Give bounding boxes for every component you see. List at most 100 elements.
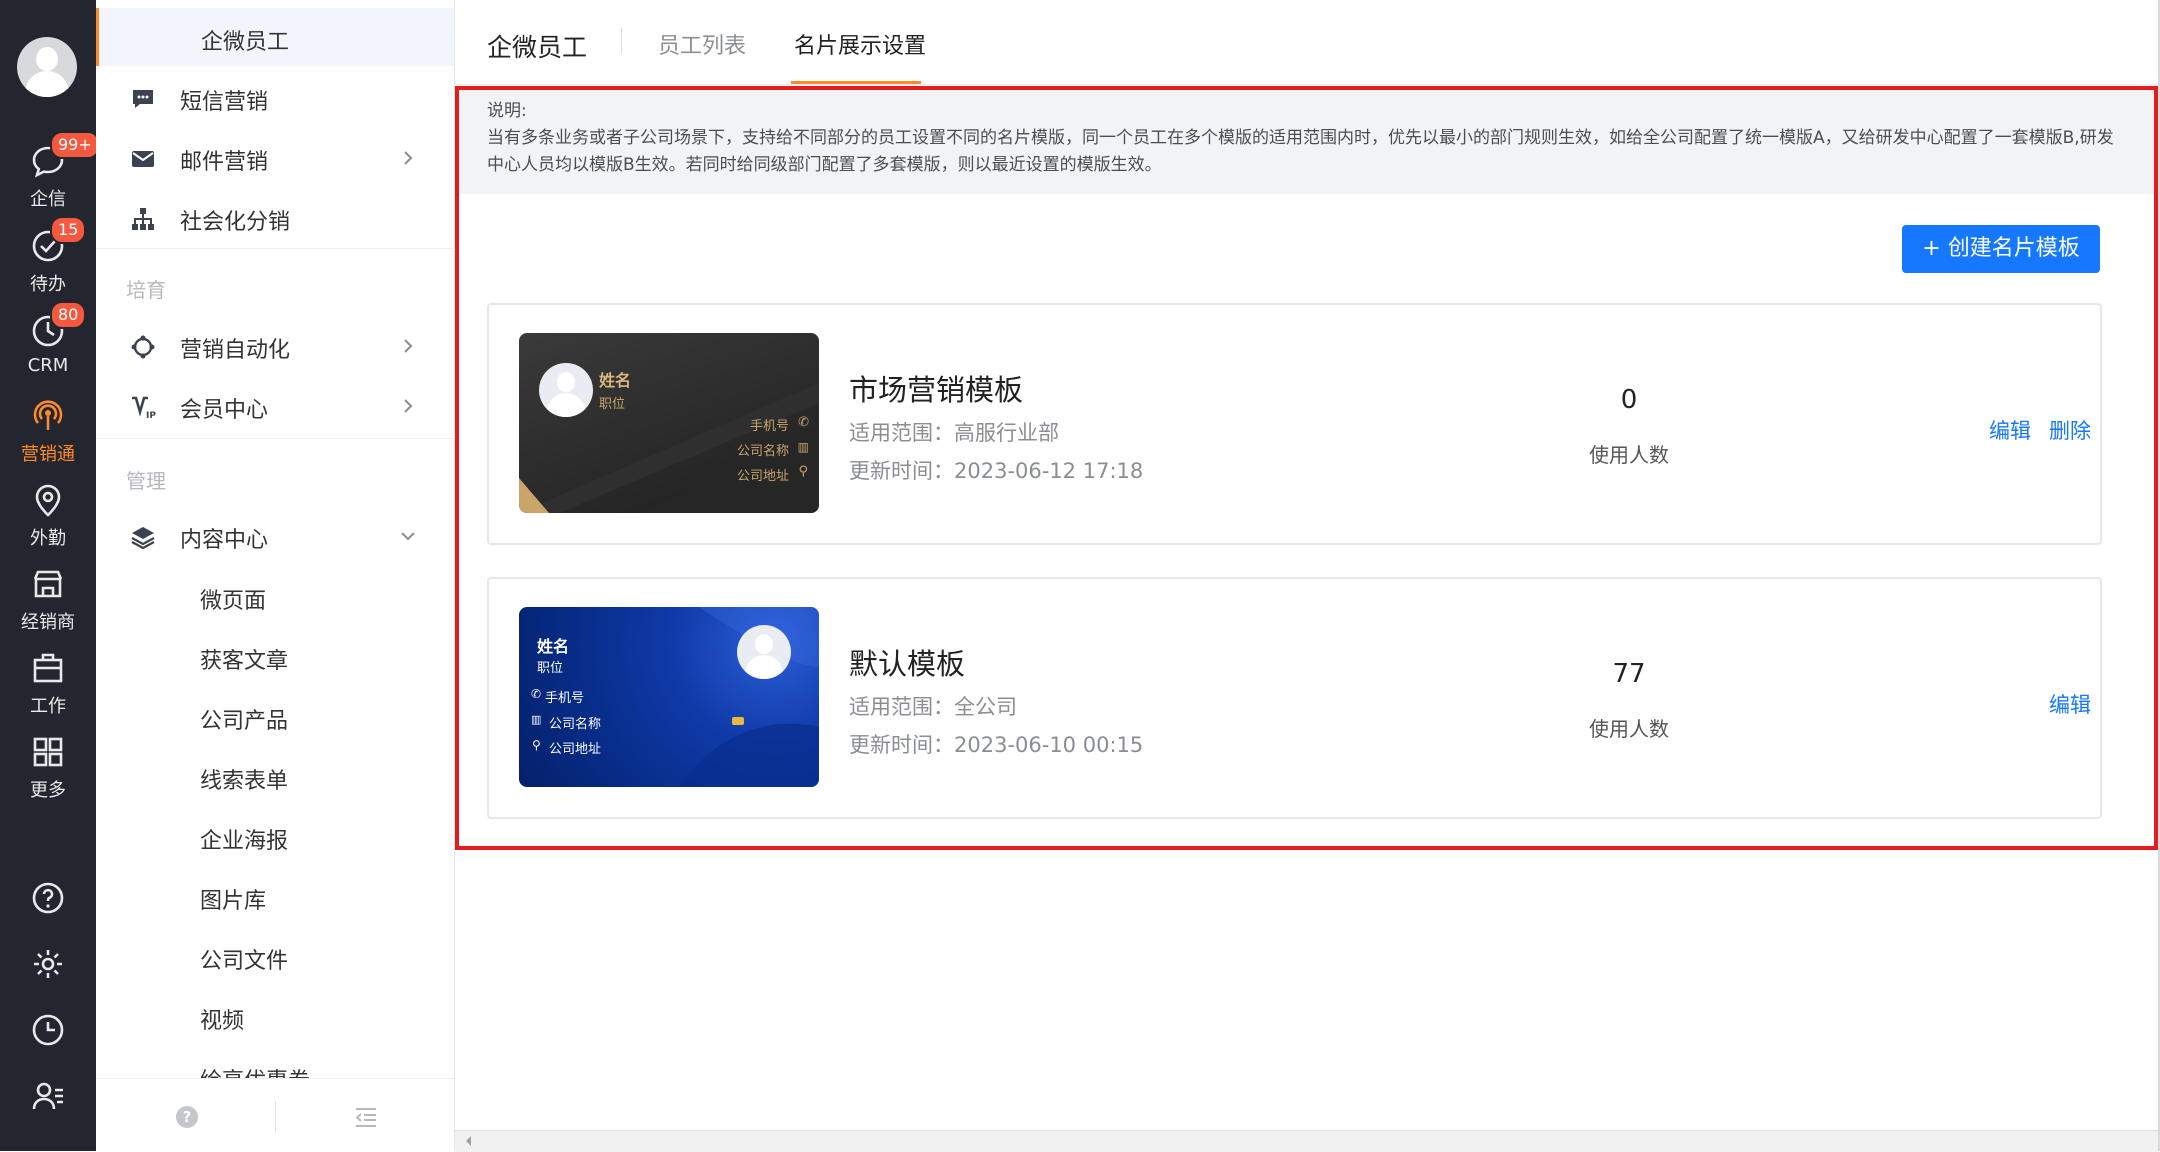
card-position: 职位 bbox=[599, 397, 626, 412]
sidebar-item-wecom-staff[interactable]: 企微员工 bbox=[96, 8, 454, 66]
unread-badge: 99+ bbox=[50, 131, 100, 159]
sidebar-item-member[interactable]: IP 会员中心 bbox=[96, 378, 454, 434]
rail-label: 工作 bbox=[30, 696, 66, 717]
sidebar-subitem-video[interactable]: 视频 bbox=[200, 1003, 244, 1035]
sidebar-subitem-lead-forms[interactable]: 线索表单 bbox=[200, 763, 288, 795]
sidebar-item-content[interactable]: 内容中心 bbox=[96, 508, 454, 564]
rail-item-marketing[interactable]: 营销通 bbox=[0, 398, 96, 478]
sidebar-item-label: 邮件营销 bbox=[180, 150, 269, 175]
rail-label: 经销商 bbox=[21, 612, 75, 633]
location-pin-icon bbox=[35, 484, 61, 517]
rail-item-more[interactable]: 更多 bbox=[0, 734, 96, 814]
rail-label: 更多 bbox=[30, 780, 66, 801]
automation-icon bbox=[131, 335, 155, 359]
mail-icon bbox=[132, 151, 154, 167]
template-scope: 适用范围：高服行业部 bbox=[849, 421, 1059, 445]
tab-card-display-settings[interactable]: 名片展示设置 bbox=[794, 28, 926, 60]
sidebar-footer: ? bbox=[96, 1078, 454, 1152]
delete-button[interactable]: 删除 bbox=[2049, 415, 2091, 445]
chevron-right-icon bbox=[404, 151, 413, 165]
sms-icon bbox=[133, 90, 153, 108]
main-panel: 企微员工 员工列表 名片展示设置 说明: 当有多条业务或者子公司场景下，支持给不… bbox=[455, 0, 2160, 1152]
template-updated: 更新时间：2023-06-10 00:15 bbox=[849, 733, 1144, 757]
history-icon[interactable] bbox=[30, 1012, 66, 1048]
tab-separator bbox=[621, 28, 622, 54]
rail-item-dealer[interactable]: 经销商 bbox=[0, 566, 96, 646]
card-avatar bbox=[539, 363, 593, 417]
chevron-right-icon bbox=[404, 399, 413, 413]
sidebar-subitem-image-library[interactable]: 图片库 bbox=[200, 883, 266, 915]
horizontal-scrollbar[interactable] bbox=[455, 1130, 2160, 1152]
sidebar-item-email[interactable]: 邮件营销 bbox=[96, 130, 454, 186]
sidebar-item-label: 内容中心 bbox=[180, 528, 269, 553]
vip-icon: IP bbox=[132, 396, 156, 420]
rail-label: 待办 bbox=[30, 274, 66, 295]
rail-item-todo[interactable]: 待办 15 bbox=[0, 216, 96, 308]
card-company: 公司名称 bbox=[549, 717, 602, 732]
sidebar-divider bbox=[96, 438, 454, 439]
template-name: 市场营销模板 bbox=[849, 373, 1024, 407]
sidebar-group-nurture: 培育 bbox=[126, 278, 166, 302]
card-phone: 手机号 bbox=[545, 691, 585, 706]
briefcase-icon bbox=[33, 653, 63, 683]
scroll-left-icon[interactable] bbox=[463, 1135, 475, 1147]
edit-button[interactable]: 编辑 bbox=[2049, 689, 2091, 719]
layers-icon bbox=[131, 527, 155, 550]
create-card-template-button[interactable]: + 创建名片模板 bbox=[1902, 225, 2100, 273]
crm-badge: 80 bbox=[50, 301, 87, 329]
template-updated: 更新时间：2023-06-12 17:18 bbox=[849, 459, 1144, 483]
org-tree-icon bbox=[132, 208, 154, 230]
usage-count-label: 使用人数 bbox=[1589, 717, 1669, 741]
svg-text:?: ? bbox=[183, 1108, 192, 1126]
card-phone: 手机号 bbox=[749, 419, 789, 434]
template-row: 姓名 职位 手机号 ✆ 公司名称 ▥ 公司地址 ⚲ 市场营销模板 适用范围：高服… bbox=[487, 303, 2102, 545]
broadcast-icon bbox=[33, 400, 63, 430]
tab-staff-list[interactable]: 员工列表 bbox=[658, 28, 746, 60]
sidebar-item-label: 营销自动化 bbox=[180, 338, 291, 363]
sidebar-item-label: 短信营销 bbox=[180, 90, 269, 115]
rail-label: CRM bbox=[27, 355, 69, 376]
sidebar-item-sms[interactable]: 短信营销 bbox=[96, 70, 454, 126]
usage-count: 77 bbox=[1612, 659, 1646, 689]
sidebar-subitem-posters[interactable]: 企业海报 bbox=[200, 823, 288, 855]
rail-item-field[interactable]: 外勤 bbox=[0, 482, 96, 562]
location-icon: ⚲ bbox=[798, 464, 808, 479]
rail-item-qixin[interactable]: 企信 99+ bbox=[0, 131, 100, 223]
sidebar-item-social[interactable]: 社会化分销 bbox=[96, 190, 454, 246]
sidebar-subitem-articles[interactable]: 获客文章 bbox=[200, 643, 288, 675]
card-preview-dark[interactable]: 姓名 职位 手机号 ✆ 公司名称 ▥ 公司地址 ⚲ bbox=[519, 333, 819, 513]
help-icon[interactable]: ? bbox=[175, 1105, 199, 1129]
notice-text: 当有多条业务或者子公司场景下，支持给不同部分的员工设置不同的名片模版，同一个员工… bbox=[487, 128, 2114, 175]
info-notice: 说明: 当有多条业务或者子公司场景下，支持给不同部分的员工设置不同的名片模版，同… bbox=[459, 90, 2154, 194]
sidebar-subitem-files[interactable]: 公司文件 bbox=[200, 943, 288, 975]
sidebar-subitem-micropage[interactable]: 微页面 bbox=[200, 583, 266, 615]
sidebar-group-manage: 管理 bbox=[126, 469, 166, 493]
card-address: 公司地址 bbox=[549, 742, 602, 757]
footer-divider bbox=[275, 1101, 276, 1133]
tab-bar: 企微员工 员工列表 名片展示设置 bbox=[455, 0, 2160, 85]
sidebar-divider bbox=[96, 248, 454, 249]
user-avatar[interactable] bbox=[17, 37, 77, 97]
building-icon: ▥ bbox=[531, 713, 542, 726]
help-icon[interactable] bbox=[30, 880, 66, 916]
template-scope: 适用范围：全公司 bbox=[849, 695, 1017, 719]
phone-icon: ✆ bbox=[531, 687, 542, 701]
user-list-icon[interactable] bbox=[30, 1078, 66, 1114]
card-address: 公司地址 bbox=[736, 469, 789, 484]
logo-mark bbox=[732, 717, 744, 725]
rail-item-work[interactable]: 工作 bbox=[0, 650, 96, 730]
settings-icon[interactable] bbox=[30, 946, 66, 982]
usage-count: 0 bbox=[1620, 385, 1638, 415]
sidebar-subitem-products[interactable]: 公司产品 bbox=[200, 703, 288, 735]
page-title: 企微员工 bbox=[487, 33, 588, 62]
rail-item-crm[interactable]: CRM 80 bbox=[0, 301, 96, 393]
collapse-menu-icon[interactable] bbox=[354, 1105, 378, 1129]
todo-badge: 15 bbox=[50, 216, 87, 244]
edit-button[interactable]: 编辑 bbox=[1989, 415, 2031, 445]
card-preview-blue[interactable]: 姓名 职位 ✆ 手机号 ▥ 公司名称 ⚲ 公司地址 bbox=[519, 607, 819, 787]
sidebar-item-automation[interactable]: 营销自动化 bbox=[96, 318, 454, 374]
rail-label: 外勤 bbox=[30, 528, 66, 549]
chevron-right-icon bbox=[404, 339, 413, 353]
sidebar-item-label: 社会化分销 bbox=[180, 210, 291, 235]
template-name: 默认模板 bbox=[849, 647, 966, 681]
